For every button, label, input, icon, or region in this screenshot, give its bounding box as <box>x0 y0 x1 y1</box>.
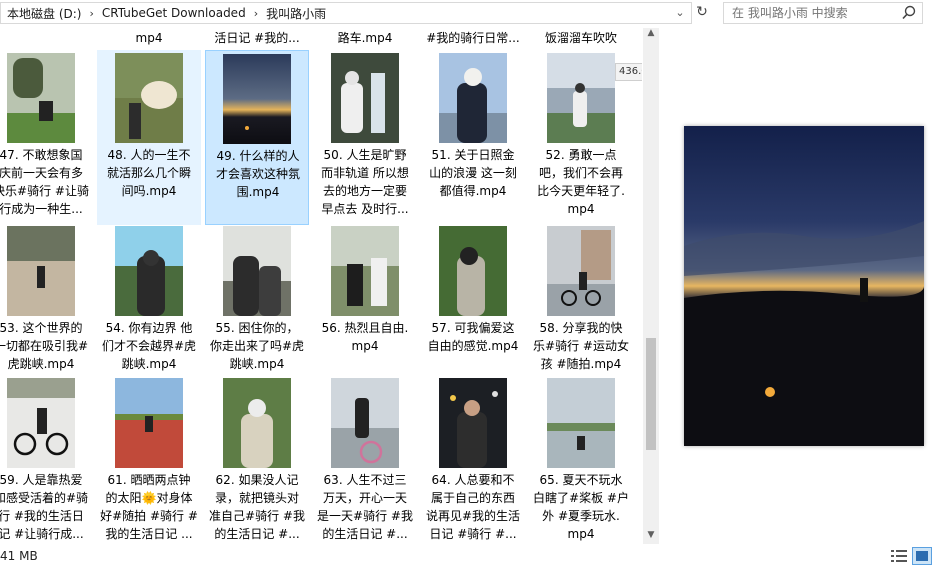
file-name: 50. 人生是旷野 而非轨道 所以想 去的地方一定要 早点去 及时行... <box>321 148 409 216</box>
breadcrumb: 本地磁盘 (D:) › CRTubeGet Downloaded › 我叫路小雨 <box>1 3 326 23</box>
address-toolbar: 本地磁盘 (D:) › CRTubeGet Downloaded › 我叫路小雨… <box>0 0 939 28</box>
video-thumbnail <box>7 53 75 143</box>
file-item[interactable]: 57. 可我偏爱这 自由的感觉.mp4 <box>421 223 525 398</box>
video-thumbnail <box>223 378 291 468</box>
video-thumbnail <box>547 53 615 143</box>
file-name: 63. 人生不过三 万天，开心一天 是一天#骑行 #我 的生活日记 #... <box>317 473 413 541</box>
file-item[interactable]: 47. 不敢想象国 庆前一天会有多 快乐#骑行 #让骑 行成为一种生... <box>0 50 93 225</box>
scrollbar-thumb[interactable] <box>646 338 656 450</box>
video-thumbnail <box>331 378 399 468</box>
file-name: 52. 勇敢一点 吧，我们不会再 比今天更年轻了. mp4 <box>537 148 625 216</box>
file-name: 51. 关于日照金 山的浪漫 这一刻 都值得.mp4 <box>429 148 517 198</box>
file-name: 61. 晒晒两点钟 的太阳🌞对身体 好#随拍 #骑行 # 我的生活日记 ... <box>100 473 198 541</box>
file-name: 54. 你有边界 他 们才不会越界#虎 跳峡.mp4 <box>101 321 197 371</box>
status-bar: 41 MB <box>0 544 939 570</box>
file-item[interactable]: 54. 你有边界 他 们才不会越界#虎 跳峡.mp4 <box>97 223 201 398</box>
file-item[interactable]: 59. 人是靠热爱 和感受活着的#骑 行 #我的生活日 记 #让骑行成... <box>0 375 93 544</box>
file-name: 48. 人的一生不 就活那么几个瞬 间吗.mp4 <box>106 148 191 198</box>
file-item[interactable]: 55. 困住你的， 你走出来了吗#虎 跳峡.mp4 <box>205 223 309 398</box>
file-item[interactable]: 48. 人的一生不 就活那么几个瞬 间吗.mp4 <box>97 50 201 225</box>
file-item[interactable]: 64. 人总要和不 属于自己的东西 说再见#我的生活 日记 #骑行 #... <box>421 375 525 544</box>
vertical-scrollbar[interactable]: ▲ ▼ <box>643 28 659 544</box>
scroll-down-icon[interactable]: ▼ <box>643 530 659 544</box>
file-item[interactable]: 51. 关于日照金 山的浪漫 这一刻 都值得.mp4 <box>421 50 525 225</box>
file-item[interactable]: 65. 夏天不玩水 白瞎了#桨板 #户 外 #夏季玩水. mp4 <box>529 375 633 544</box>
search-input[interactable] <box>732 6 892 20</box>
file-name: 59. 人是靠热爱 和感受活着的#骑 行 #我的生活日 记 #让骑行成... <box>0 473 89 541</box>
chevron-right-icon[interactable]: › <box>254 7 258 20</box>
file-item-selected[interactable]: 49. 什么样的人 才会喜欢这种氛 围.mp4 <box>205 50 309 225</box>
file-item[interactable]: 56. 热烈且自由. mp4 <box>313 223 417 398</box>
file-name: 53. 这个世界的 一切都在吸引我# 虎跳峡.mp4 <box>0 321 89 371</box>
file-name: 49. 什么样的人 才会喜欢这种氛 围.mp4 <box>215 149 300 199</box>
file-name: 62. 如果没人记 录，就把镜头对 准自己#骑行 #我 的生活日记 #... <box>209 473 305 541</box>
file-item[interactable]: 62. 如果没人记 录，就把镜头对 准自己#骑行 #我 的生活日记 #... <box>205 375 309 544</box>
file-caption-partial[interactable]: mp4 <box>97 28 201 52</box>
video-thumbnail <box>547 226 615 316</box>
preview-pane <box>660 28 939 544</box>
video-thumbnail <box>7 226 75 316</box>
file-name: 65. 夏天不玩水 白瞎了#桨板 #户 外 #夏季玩水. mp4 <box>533 473 629 541</box>
file-item[interactable]: 50. 人生是旷野 而非轨道 所以想 去的地方一定要 早点去 及时行... <box>313 50 417 225</box>
breadcrumb-folder-current[interactable]: 我叫路小雨 <box>266 5 326 22</box>
file-name: 55. 困住你的， 你走出来了吗#虎 跳峡.mp4 <box>209 321 305 371</box>
video-thumbnail <box>439 226 507 316</box>
breadcrumb-folder-crtubeget[interactable]: CRTubeGet Downloaded <box>102 6 246 20</box>
status-size: 41 MB <box>0 549 38 563</box>
search-icon[interactable] <box>902 5 916 21</box>
chevron-right-icon[interactable]: › <box>89 7 93 20</box>
file-item[interactable]: 53. 这个世界的 一切都在吸引我# 虎跳峡.mp4 <box>0 223 93 398</box>
download-speed-tooltip: 436.00 KB/秒 <box>615 63 642 81</box>
video-thumbnail <box>223 226 291 316</box>
search-box[interactable] <box>723 2 923 24</box>
file-caption-partial[interactable]: #我的骑行日常... <box>421 28 525 52</box>
video-thumbnail <box>115 226 183 316</box>
video-thumbnail <box>331 53 399 143</box>
file-item[interactable]: 61. 晒晒两点钟 的太阳🌞对身体 好#随拍 #骑行 # 我的生活日记 ... <box>97 375 201 544</box>
video-preview <box>684 126 924 446</box>
breadcrumb-drive[interactable]: 本地磁盘 (D:) <box>7 5 81 22</box>
file-item[interactable]: 63. 人生不过三 万天，开心一天 是一天#骑行 #我 的生活日记 #... <box>313 375 417 544</box>
file-caption-partial[interactable]: 饭溜溜车吹吹 <box>529 28 633 52</box>
chevron-down-icon[interactable]: ⌄ <box>673 6 687 20</box>
file-item[interactable]: 58. 分享我的快 乐#骑行 #运动女 孩 #随拍.mp4 <box>529 223 633 398</box>
file-name: 64. 人总要和不 属于自己的东西 说再见#我的生活 日记 #骑行 #... <box>425 473 521 541</box>
file-name: 56. 热烈且自由. mp4 <box>321 321 409 353</box>
video-thumbnail <box>439 378 507 468</box>
video-thumbnail <box>331 226 399 316</box>
video-thumbnail <box>547 378 615 468</box>
file-name: 58. 分享我的快 乐#骑行 #运动女 孩 #随拍.mp4 <box>533 321 629 371</box>
video-thumbnail <box>7 378 75 468</box>
video-thumbnail <box>115 53 183 143</box>
file-name: 47. 不敢想象国 庆前一天会有多 快乐#骑行 #让骑 行成为一种生... <box>0 148 89 216</box>
video-thumbnail <box>115 378 183 468</box>
large-icons-view-icon[interactable] <box>912 547 932 565</box>
refresh-icon[interactable]: ↻ <box>694 4 710 22</box>
scroll-up-icon[interactable]: ▲ <box>643 28 659 42</box>
file-name: 57. 可我偏爱这 自由的感觉.mp4 <box>427 321 519 353</box>
video-thumbnail <box>439 53 507 143</box>
file-caption-partial[interactable]: 活日记 #我的... <box>205 28 309 52</box>
address-bar[interactable]: 本地磁盘 (D:) › CRTubeGet Downloaded › 我叫路小雨… <box>0 2 692 24</box>
thumbnail-view-icon <box>916 551 928 561</box>
file-caption-partial[interactable]: 路车.mp4 <box>313 28 417 52</box>
video-thumbnail <box>223 54 291 144</box>
details-view-icon[interactable] <box>890 548 908 564</box>
file-grid: mp4 活日记 #我的... 路车.mp4 #我的骑行日常... 饭溜溜车吹吹 … <box>0 28 642 544</box>
